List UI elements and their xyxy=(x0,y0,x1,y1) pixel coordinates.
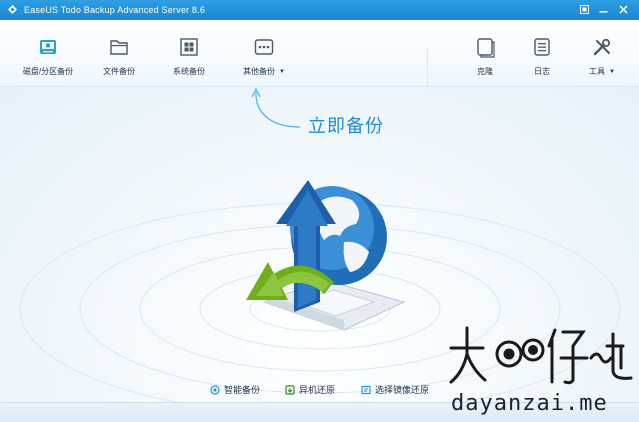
browse-image-restore-button[interactable]: 选择镜像还原 xyxy=(361,383,429,396)
clone-button[interactable]: 克隆 xyxy=(468,36,502,77)
disk-partition-backup-button[interactable]: 磁盘/分区备份 xyxy=(12,36,84,77)
hint-curve xyxy=(255,91,301,128)
system-backup-button[interactable]: 系统备份 xyxy=(166,36,212,77)
action-label: 智能备份 xyxy=(224,385,261,395)
action-label: 异机还原 xyxy=(299,385,336,395)
tool-label: 工具 xyxy=(589,67,606,76)
close-button[interactable] xyxy=(616,3,630,17)
tool-label: 系统备份 xyxy=(173,67,205,76)
restore-other-machine-button[interactable]: 异机还原 xyxy=(285,383,335,396)
folder-icon xyxy=(110,40,128,55)
smart-backup-button[interactable]: 智能备份 xyxy=(210,383,260,396)
more-dots-icon xyxy=(254,39,274,55)
clone-icon xyxy=(477,38,495,58)
watermark-url: dayanzai.me xyxy=(451,391,608,416)
tool-label: 其他备份 xyxy=(243,67,276,76)
browse-image-restore-icon xyxy=(361,385,371,395)
action-label: 选择镜像还原 xyxy=(375,385,430,395)
window-title: EaseUS Todo Backup Advanced Server 8.6 xyxy=(24,5,206,15)
globe-backup-arrows-icon[interactable] xyxy=(224,162,424,332)
app-logo-icon xyxy=(8,5,17,14)
tool-label: 磁盘/分区备份 xyxy=(22,67,74,76)
windows-system-icon xyxy=(180,38,198,56)
smart-backup-icon xyxy=(210,385,220,395)
other-backup-button[interactable]: 其他备份 ▼ xyxy=(237,36,291,77)
minimize-button[interactable] xyxy=(596,3,610,17)
log-icon xyxy=(534,38,550,56)
title-bar: EaseUS Todo Backup Advanced Server 8.6 xyxy=(0,0,639,20)
chevron-down-icon: ▼ xyxy=(279,69,285,75)
tool-label: 文件备份 xyxy=(103,67,135,76)
tool-label-wrap: 其他备份 ▼ xyxy=(237,66,291,77)
tool-label-wrap: 工具 ▼ xyxy=(582,66,622,77)
tool-label: 日志 xyxy=(534,67,550,76)
app-window: EaseUS Todo Backup Advanced Server 8.6 磁… xyxy=(0,0,639,422)
file-backup-button[interactable]: 文件备份 xyxy=(96,36,142,77)
backup-now-label[interactable]: 立即备份 xyxy=(308,112,384,138)
tool-label: 克隆 xyxy=(477,67,493,76)
tools-icon xyxy=(593,38,611,56)
toolbar: 磁盘/分区备份 文件备份 系统备份 其他备份 ▼ 克隆 日志 工具 ▼ xyxy=(0,20,639,94)
log-button[interactable]: 日志 xyxy=(525,36,559,77)
disk-partition-icon xyxy=(40,40,56,54)
restore-other-machine-icon xyxy=(285,385,295,395)
restore-window-icon[interactable] xyxy=(577,3,591,17)
watermark-glyphs xyxy=(449,326,633,385)
tools-button[interactable]: 工具 ▼ xyxy=(582,36,622,77)
chevron-down-icon: ▼ xyxy=(609,69,615,75)
watermark-text xyxy=(445,320,635,395)
